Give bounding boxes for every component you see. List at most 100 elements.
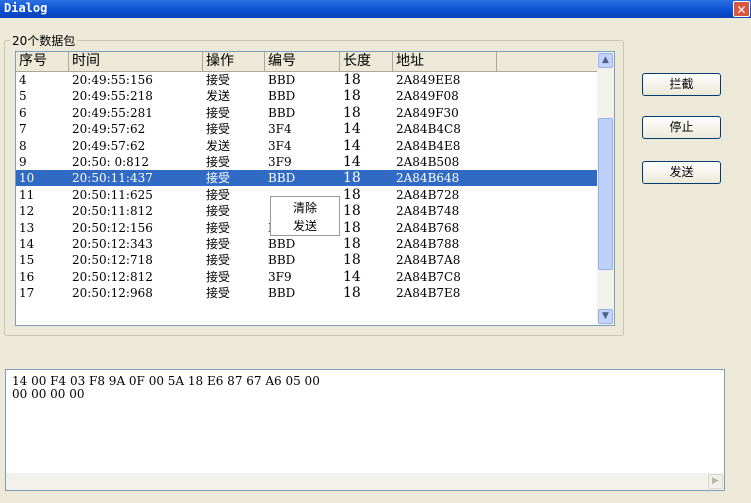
down-arrow-icon: ▼ — [602, 311, 609, 321]
table-row[interactable]: 14 20:50:12:343 接受 BBD 18 2A84B788 — [16, 236, 598, 252]
table-cell: 13 — [19, 220, 35, 235]
up-arrow-icon: ▲ — [602, 55, 609, 65]
table-cell: 接受 — [206, 187, 231, 202]
stop-button[interactable]: 停止 — [642, 116, 721, 139]
table-cell: 2A84B748 — [396, 204, 460, 219]
table-row[interactable]: 8 20:49:57:62 发送 3F4 14 2A84B4E8 — [16, 138, 598, 154]
hex-line-1: 14 00 F4 03 F8 9A 0F 00 5A 18 E6 87 67 A… — [12, 374, 320, 388]
table-cell: 18 — [343, 203, 361, 220]
table-cell: 3F4 — [268, 122, 292, 137]
scroll-thumb[interactable] — [598, 118, 613, 270]
table-cell: 接受 — [206, 155, 231, 169]
table-row[interactable]: 4 20:49:55:156 接受 BBD 18 2A849EE8 — [16, 72, 598, 88]
table-cell: 20:49:57:62 — [72, 138, 146, 153]
hex-text: 14 00 F4 03 F8 9A 0F 00 5A 18 E6 87 67 A… — [12, 375, 320, 401]
table-cell: 14 — [343, 268, 361, 285]
table-cell: 2A84B508 — [396, 155, 460, 169]
table-cell: 3F4 — [268, 138, 292, 153]
table-cell: 接受 — [206, 105, 231, 120]
table-cell: 18 — [343, 104, 361, 121]
menu-item-send[interactable]: 发送 — [271, 217, 339, 235]
table-cell: 10 — [19, 171, 35, 186]
hex-output[interactable]: 14 00 F4 03 F8 9A 0F 00 5A 18 E6 87 67 A… — [5, 369, 725, 491]
table-row[interactable]: 5 20:49:55:218 发送 BBD 18 2A849F08 — [16, 88, 598, 104]
column-header-time[interactable]: 时间 — [69, 52, 203, 71]
table-cell: 5 — [19, 89, 27, 104]
table-cell: BBD — [268, 253, 296, 268]
table-cell: 2A849F30 — [396, 105, 459, 120]
intercept-button[interactable]: 拦截 — [642, 73, 721, 96]
table-cell: 2A84B728 — [396, 187, 460, 202]
table-cell: 18 — [343, 285, 361, 302]
table-cell: 3F9 — [268, 155, 292, 169]
window-title: Dialog — [4, 1, 48, 15]
table-cell: 7 — [19, 122, 27, 137]
table-cell: BBD — [268, 286, 296, 301]
table-cell: 12 — [19, 204, 35, 219]
table-cell: 3F9 — [268, 269, 292, 284]
scroll-up-button[interactable]: ▲ — [598, 53, 613, 68]
hex-line-2: 00 00 00 00 — [12, 387, 85, 401]
table-cell: 2A84B7C8 — [396, 269, 461, 284]
menu-item-clear[interactable]: 清除 — [271, 199, 339, 217]
table-cell: 接受 — [206, 220, 231, 235]
table-cell: 20:50:12:343 — [72, 237, 153, 251]
table-cell: 20:49:55:218 — [72, 89, 153, 104]
table-cell: BBD — [268, 171, 296, 186]
table-row[interactable]: 10 20:50:11:437 接受 BBD 18 2A84B648 — [16, 170, 598, 187]
table-cell: 16 — [19, 269, 35, 284]
table-row[interactable]: 15 20:50:12:718 接受 BBD 18 2A84B7A8 — [16, 252, 598, 268]
table-row[interactable]: 6 20:49:55:281 接受 BBD 18 2A849F30 — [16, 105, 598, 121]
table-cell: 18 — [343, 186, 361, 203]
scroll-down-button[interactable]: ▼ — [598, 309, 613, 324]
table-cell: 4 — [19, 73, 27, 87]
table-cell: 15 — [19, 253, 35, 268]
right-arrow-icon: ▶ — [712, 476, 719, 486]
table-cell: 接受 — [206, 204, 231, 219]
table-row[interactable]: 9 20:50: 0:812 接受 3F9 14 2A84B508 — [16, 154, 598, 170]
table-cell: 11 — [19, 187, 35, 202]
column-header-length[interactable]: 长度 — [340, 52, 393, 71]
scroll-right-button[interactable]: ▶ — [708, 474, 723, 489]
table-cell: 接受 — [206, 237, 231, 251]
table-cell: 20:50:12:718 — [72, 253, 153, 268]
vertical-scrollbar[interactable]: ▲ ▼ — [597, 52, 614, 325]
context-menu: 清除 发送 — [270, 196, 340, 236]
column-header-address[interactable]: 地址 — [393, 52, 497, 71]
table-cell: 18 — [343, 236, 361, 252]
close-button[interactable]: ✕ — [733, 1, 750, 17]
column-header-operation[interactable]: 操作 — [203, 52, 265, 71]
table-cell: 14 — [19, 237, 35, 251]
column-header-id[interactable]: 编号 — [265, 52, 340, 71]
table-cell: 20:50:12:812 — [72, 269, 153, 284]
table-cell: 20:49:55:156 — [72, 73, 153, 87]
table-cell: 14 — [343, 154, 361, 170]
table-cell: 14 — [343, 121, 361, 138]
table-cell: 2A849F08 — [396, 89, 459, 104]
table-cell: 20:50: 0:812 — [72, 155, 150, 169]
table-cell: 20:50:12:968 — [72, 286, 153, 301]
packet-list[interactable]: 序号 时间 操作 编号 长度 地址 4 20:49:55:156 接受 BBD 18 2A… — [15, 51, 615, 326]
column-header-empty — [497, 52, 598, 71]
table-cell: 18 — [343, 170, 361, 187]
table-row[interactable]: 17 20:50:12:968 接受 BBD 18 2A84B7E8 — [16, 285, 598, 301]
table-cell: 发送 — [206, 89, 231, 104]
horizontal-scrollbar[interactable]: ▶ — [6, 473, 724, 490]
table-cell: BBD — [268, 73, 296, 87]
table-row[interactable]: 16 20:50:12:812 接受 3F9 14 2A84B7C8 — [16, 269, 598, 285]
column-header-index[interactable]: 序号 — [16, 52, 69, 71]
table-cell: 8 — [19, 138, 27, 153]
table-cell: 20:50:11:812 — [72, 204, 153, 219]
table-row[interactable]: 7 20:49:57:62 接受 3F4 14 2A84B4C8 — [16, 121, 598, 137]
table-cell: 2A84B768 — [396, 220, 460, 235]
send-button[interactable]: 发送 — [642, 161, 721, 184]
table-cell: 2A84B7A8 — [396, 253, 461, 268]
table-cell: 18 — [343, 88, 361, 105]
table-cell: 接受 — [206, 253, 231, 268]
table-cell: 发送 — [206, 138, 231, 153]
table-cell: 2A84B648 — [396, 171, 460, 186]
table-cell: 接受 — [206, 269, 231, 284]
table-cell: 6 — [19, 105, 27, 120]
table-cell: 接受 — [206, 73, 231, 87]
close-icon: ✕ — [736, 3, 747, 17]
